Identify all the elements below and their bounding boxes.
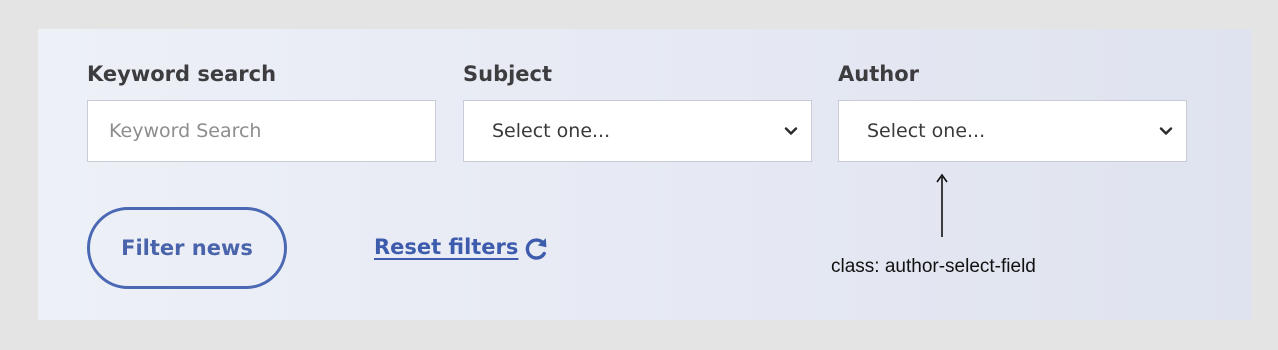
chevron-down-icon <box>1159 127 1173 135</box>
filter-news-button[interactable]: Filter news <box>87 207 287 289</box>
annotation-label: class: author-select-field <box>831 256 1036 277</box>
author-selected-value: Select one... <box>867 120 986 142</box>
author-label: Author <box>838 62 919 86</box>
arrow-up-icon <box>936 173 948 237</box>
refresh-icon[interactable] <box>521 234 551 264</box>
author-select[interactable]: Select one... <box>838 100 1187 162</box>
subject-selected-value: Select one... <box>492 120 611 142</box>
subject-label: Subject <box>463 62 553 86</box>
keyword-search-label: Keyword search <box>87 62 277 86</box>
keyword-search-input[interactable] <box>88 101 435 161</box>
reset-filters-link[interactable]: Reset filters <box>374 233 518 261</box>
keyword-search-field <box>87 100 436 162</box>
chevron-down-icon <box>784 127 798 135</box>
subject-select[interactable]: Select one... <box>463 100 812 162</box>
